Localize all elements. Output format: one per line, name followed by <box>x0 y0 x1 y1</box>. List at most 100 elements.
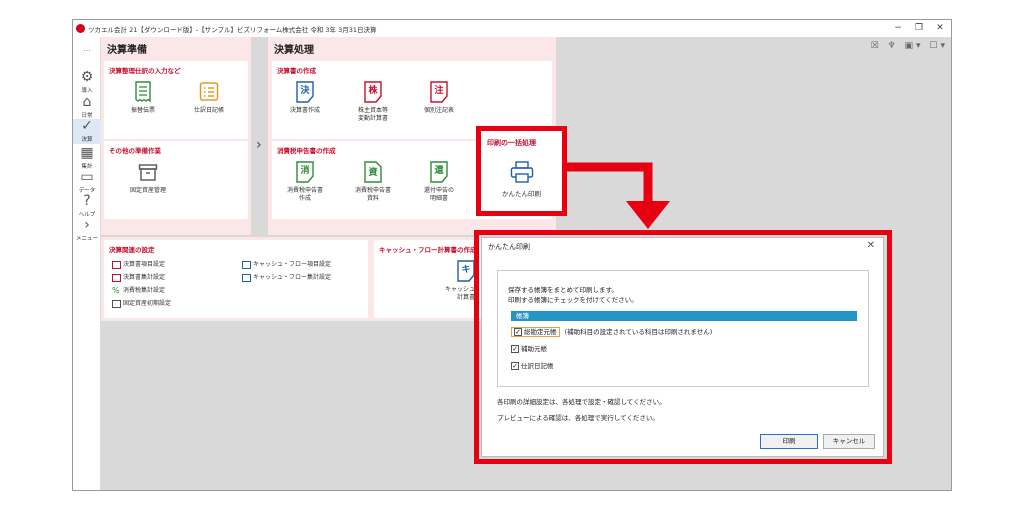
minimize-button[interactable]: − <box>891 22 905 34</box>
tile-label-line2: 資料 <box>366 195 379 202</box>
tile-equity-statement[interactable]: 株 株主資本等 変動計算書 <box>343 81 403 123</box>
adjust-card: 決算整理仕訳の入力など 振替伝票 仕訳日記帳 <box>104 61 248 139</box>
dialog-title: かんたん印刷 <box>488 243 530 251</box>
tile-notes[interactable]: 注 個別注記表 <box>409 81 469 115</box>
window-title: ツカエル会計 21【ダウンロード版】-【サンプル】ビズリフォーム株式会社 令和 … <box>88 26 377 34</box>
document-chu-icon: 注 <box>429 81 449 103</box>
option-journal[interactable]: ✓ 仕訳日記帳 <box>511 360 554 370</box>
icon-glyph: 還 <box>434 164 444 176</box>
tile-label: 個別注記表 <box>423 107 454 114</box>
icon-glyph: キ <box>461 264 470 275</box>
monitor-icon <box>242 273 251 282</box>
related-card: 決算関連の設定 決算書項目設定 決算書集計設定 % 消費税集計設定 固定資産初期設… <box>104 240 368 318</box>
close-icon[interactable]: ✕ <box>867 240 875 251</box>
tile-label: 消費税申告書 <box>354 187 391 194</box>
dialog-note-1: 各印刷の詳細設定は、各処理で設定・確認してください。 <box>497 398 666 406</box>
link-label: 固定資産初期設定 <box>123 300 172 307</box>
sidebar-item-help[interactable]: ? ヘルプ <box>73 193 101 219</box>
home-icon: ⌂ <box>82 94 92 110</box>
sidebar-item-data[interactable]: ▭ データ <box>73 169 101 195</box>
link-statement-summary[interactable]: 決算書集計設定 <box>112 272 165 282</box>
tile-label-line2: 明細書 <box>429 195 448 202</box>
tile-easy-print[interactable]: かんたん印刷 <box>491 161 552 198</box>
maximize-button[interactable]: ❐ <box>912 22 926 34</box>
gear-icon: ⚙ <box>80 69 94 85</box>
dialog-message-1: 保存する帳簿をまとめて印刷します。 <box>508 286 618 294</box>
tile-label: かんたん印刷 <box>502 190 541 198</box>
proc-title: 決算処理 <box>274 45 314 56</box>
app-logo-icon <box>76 24 85 33</box>
box-icon <box>112 299 121 308</box>
tile-label: 振替伝票 <box>130 107 155 114</box>
sidebar-item-label: 決算 <box>81 137 93 143</box>
tile-fixed-assets[interactable]: 固定資産管理 <box>118 161 178 195</box>
print-button[interactable]: 印刷 <box>760 434 818 449</box>
adjust-card-title: 決算整理仕訳の入力など <box>109 67 181 75</box>
more-icon[interactable]: … <box>73 44 101 53</box>
prep-title: 決算準備 <box>107 45 147 56</box>
tile-label: 還付申告の <box>423 187 454 194</box>
link-label: キャッシュ・フロー集計設定 <box>253 274 332 281</box>
cashflow-card-title: キャッシュ・フロー計算書の作成 <box>379 246 477 254</box>
document-ketsu-icon: 決 <box>295 81 315 103</box>
option-label: 総勘定元帳 <box>524 328 557 336</box>
bulk-print-highlight: 印刷の一括処理 かんたん印刷 <box>476 126 567 216</box>
slip-icon <box>133 81 153 103</box>
link-statement-items[interactable]: 決算書項目設定 <box>112 259 165 269</box>
sidebar-item-label: メニュー <box>75 236 98 242</box>
check-icon: ✓ <box>81 118 93 134</box>
link-tax-summary[interactable]: % 消費税集計設定 <box>112 285 165 295</box>
option-general-ledger[interactable]: ✓ 総勘定元帳 (補助科目の設定されている科目は印刷されません) <box>511 326 713 337</box>
tile-transfer-slip[interactable]: 振替伝票 <box>113 81 173 115</box>
option-label: 補助元帳 <box>521 345 547 353</box>
chevron-right-icon: › <box>256 137 262 153</box>
toolbar-icons[interactable]: ☒ ♆ ▣▾ ☐▾ <box>871 41 948 51</box>
checkbox[interactable]: ✓ <box>511 345 519 353</box>
cancel-button[interactable]: キャンセル <box>823 434 875 449</box>
tile-label-line2: 作成 <box>298 195 311 202</box>
sidebar-item-setup[interactable]: ⚙ 導入 <box>73 69 101 95</box>
help-icon: ? <box>83 193 91 209</box>
icon-glyph: 資 <box>368 166 377 178</box>
icon-glyph: 注 <box>434 84 443 96</box>
tile-financial-statements[interactable]: 決 決算書作成 <box>275 81 335 115</box>
tile-label: 決算書作成 <box>289 107 320 114</box>
checkbox[interactable]: ✓ <box>514 328 522 336</box>
option-note: (補助科目の設定されている科目は印刷されません) <box>564 328 713 336</box>
link-cashflow-summary[interactable]: キャッシュ・フロー集計設定 <box>242 272 331 282</box>
link-fixed-asset-setup[interactable]: 固定資産初期設定 <box>112 298 171 308</box>
box-icon <box>138 161 158 183</box>
document-shi-icon: 資 <box>363 161 383 183</box>
folder-icon: ▭ <box>80 169 94 185</box>
tile-tax-return[interactable]: 消 消費税申告書 作成 <box>275 161 335 203</box>
icon-glyph: 株 <box>368 84 378 96</box>
list-icon <box>199 81 219 103</box>
close-window-button[interactable]: ✕ <box>933 22 947 34</box>
link-label: キャッシュ・フロー項目設定 <box>253 261 332 268</box>
link-cashflow-items[interactable]: キャッシュ・フロー項目設定 <box>242 259 331 269</box>
sidebar-item-label: 導入 <box>81 88 93 94</box>
sidebar-item-closing[interactable]: ✓ 決算 <box>73 119 101 144</box>
tile-journal[interactable]: 仕訳日記帳 <box>179 81 239 115</box>
focus-outline: ✓ 総勘定元帳 <box>511 327 560 337</box>
checkbox[interactable]: ✓ <box>511 362 519 370</box>
tile-label: 仕訳日記帳 <box>193 107 224 114</box>
tile-refund-details[interactable]: 還 還付申告の 明細書 <box>409 161 469 203</box>
tile-label: 固定資産管理 <box>129 187 166 194</box>
document-kan-icon: 還 <box>429 161 449 183</box>
sidebar-item-daily[interactable]: ⌂ 日常 <box>73 94 101 120</box>
tile-tax-materials[interactable]: 資 消費税申告書 資料 <box>343 161 403 203</box>
monitor-icon <box>112 273 121 282</box>
title-bar: ツカエル会計 21【ダウンロード版】-【サンプル】ビズリフォーム株式会社 令和 … <box>73 20 951 37</box>
dialog-body: 保存する帳簿をまとめて印刷します。 印刷する帳簿にチェックを付けてください。 帳… <box>497 270 869 387</box>
dialog-note-2: プレビューによる確認は、各処理で実行してください。 <box>497 414 659 422</box>
document-kabu-icon: 株 <box>363 81 383 103</box>
sidebar-item-menu[interactable]: › メニュー <box>73 218 101 243</box>
other-card: その他の準備作業 固定資産管理 <box>104 141 248 219</box>
document-icon <box>242 260 251 269</box>
option-sub-ledger[interactable]: ✓ 補助元帳 <box>511 343 547 353</box>
document-sho-icon: 消 <box>295 161 315 183</box>
printer-icon <box>510 161 533 183</box>
dialog-message-2: 印刷する帳簿にチェックを付けてください。 <box>508 296 638 304</box>
sidebar-item-summary[interactable]: ▦ 集計 <box>73 146 101 171</box>
